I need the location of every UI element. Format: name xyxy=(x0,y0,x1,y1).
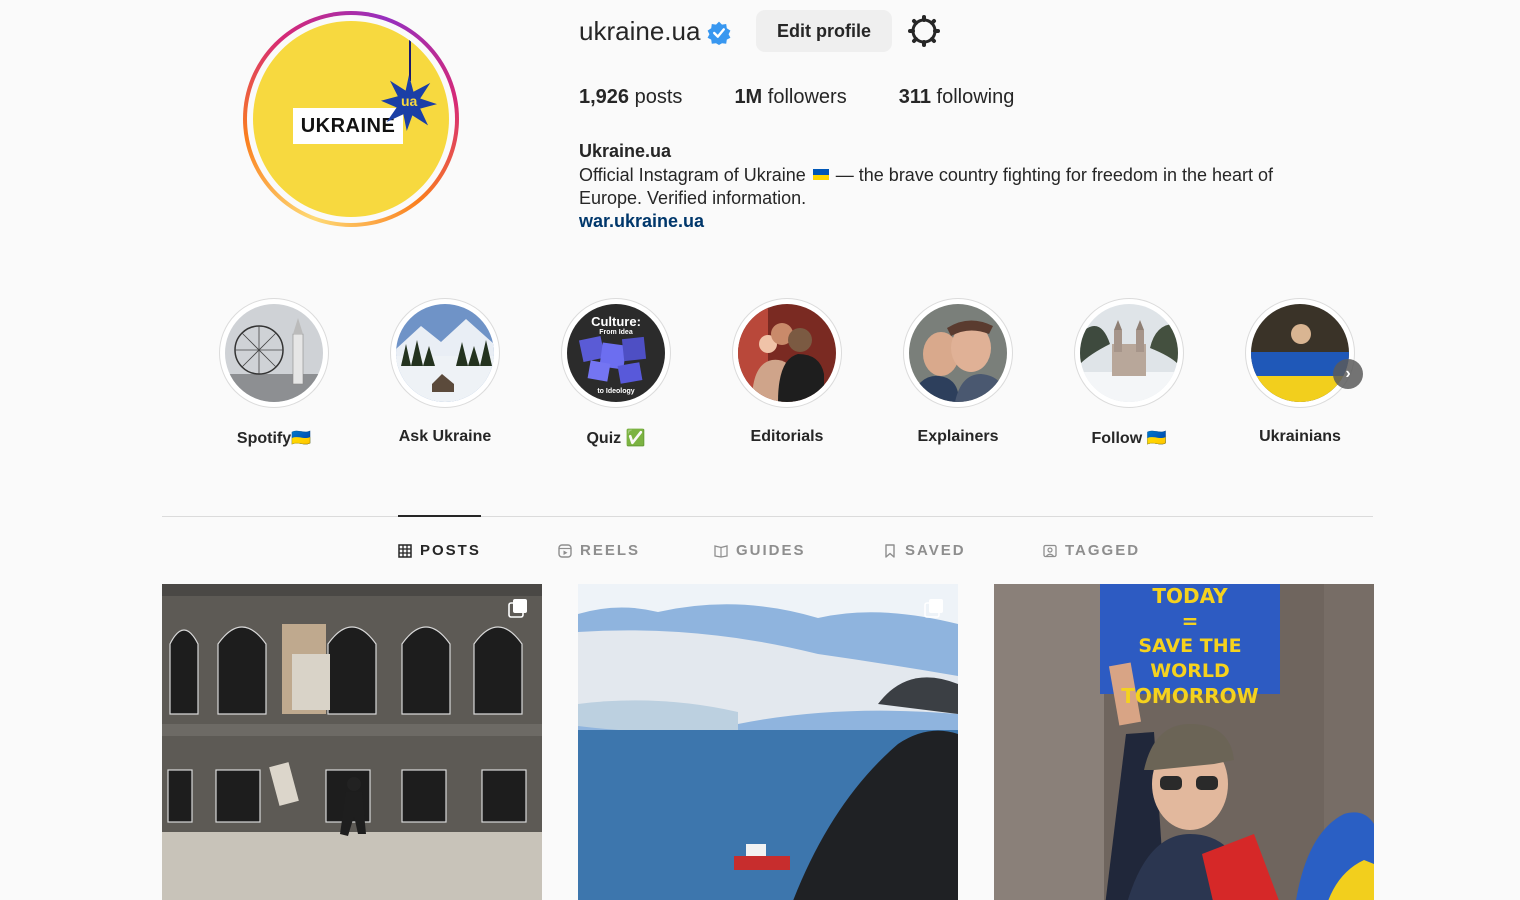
quiz-cover-line2: to Ideology xyxy=(597,388,635,395)
profile-bio: Official Instagram of Ukraine — the brav… xyxy=(579,165,1274,208)
highlight-explainers[interactable]: Explainers xyxy=(873,298,1043,446)
highlight-quiz[interactable]: Culture: From Idea to Ideology Quiz ✅ xyxy=(531,298,701,448)
profile-website-link[interactable]: war.ukraine.ua xyxy=(579,211,704,232)
post-1-damaged-building[interactable] xyxy=(162,584,542,900)
highlight-spotify[interactable]: Spotify🇺🇦 xyxy=(189,298,359,448)
reels-icon xyxy=(558,543,572,558)
settings-gear-icon[interactable] xyxy=(908,15,940,47)
tagged-icon xyxy=(1043,544,1057,557)
tab-reels[interactable]: REELS xyxy=(558,542,640,559)
quiz-cover-line1: From Idea xyxy=(599,329,633,336)
guides-icon xyxy=(714,544,728,558)
highlight-label: Editorials xyxy=(750,428,824,445)
carousel-icon xyxy=(508,599,527,618)
avatar-logo: UKRAINE ua xyxy=(253,21,449,217)
post-2-glacier-ship[interactable] xyxy=(578,584,958,900)
highlight-follow[interactable]: Follow 🇺🇦 xyxy=(1044,298,1214,448)
highlight-label: Spotify🇺🇦 xyxy=(236,430,312,447)
quiz-cover-title: Culture: xyxy=(591,314,641,329)
tab-tagged[interactable]: TAGGED xyxy=(1043,542,1140,559)
highlight-label: Follow 🇺🇦 xyxy=(1091,430,1167,447)
highlight-cover-couple xyxy=(909,304,1007,402)
sign-line-4: TOMORROW xyxy=(1121,684,1259,708)
profile-avatar[interactable]: UKRAINE ua xyxy=(243,11,459,227)
highlight-cover-flag xyxy=(1251,304,1349,402)
following-stat[interactable]: 311 following xyxy=(899,86,1015,109)
profile-full-name: Ukraine.ua xyxy=(579,141,672,161)
highlight-cover-mountains xyxy=(396,304,494,402)
post-3-protest-sign[interactable]: TODAY = SAVE THE WORLD TOMORROW xyxy=(994,584,1374,900)
highlight-cover-people xyxy=(738,304,836,402)
edit-profile-button[interactable]: Edit profile xyxy=(756,10,892,52)
followers-stat[interactable]: 1M followers xyxy=(734,86,846,109)
active-tab-indicator xyxy=(398,515,481,517)
highlight-label: Quiz ✅ xyxy=(586,430,646,447)
posts-stat: 1,926 posts xyxy=(579,86,683,108)
sign-line-3: SAVE THE WORLD xyxy=(1138,635,1242,682)
highlight-label: Explainers xyxy=(917,428,999,445)
highlight-cover-ferris-wheel xyxy=(225,304,323,402)
carousel-icon xyxy=(924,599,943,618)
profile-stats: 1,926 posts 1M followers 311 following xyxy=(579,86,1066,109)
tabs-divider xyxy=(162,516,1373,517)
bookmark-icon xyxy=(885,543,895,558)
tab-posts[interactable]: POSTS xyxy=(398,542,481,559)
highlight-cover-cathedral xyxy=(1080,304,1178,402)
highlight-label: Ask Ukraine xyxy=(398,428,492,445)
highlight-ask-ukraine[interactable]: Ask Ukraine xyxy=(360,298,530,446)
verified-badge-icon xyxy=(707,21,731,45)
profile-username: ukraine.ua xyxy=(579,16,701,46)
tab-guides[interactable]: GUIDES xyxy=(714,542,806,559)
sign-line-1: TODAY xyxy=(1152,584,1228,608)
grid-icon xyxy=(398,543,412,558)
sign-line-2: = xyxy=(1181,609,1199,633)
ukraine-flag-icon xyxy=(812,169,829,180)
highlight-label: Ukrainians xyxy=(1259,428,1341,445)
highlight-editorials[interactable]: Editorials xyxy=(702,298,872,446)
avatar-badge: ua xyxy=(401,93,418,109)
highlights-next-chevron-icon[interactable]: › xyxy=(1333,359,1363,389)
highlight-cover-quiz: Culture: From Idea to Ideology xyxy=(567,304,665,402)
tab-saved[interactable]: SAVED xyxy=(883,542,966,559)
